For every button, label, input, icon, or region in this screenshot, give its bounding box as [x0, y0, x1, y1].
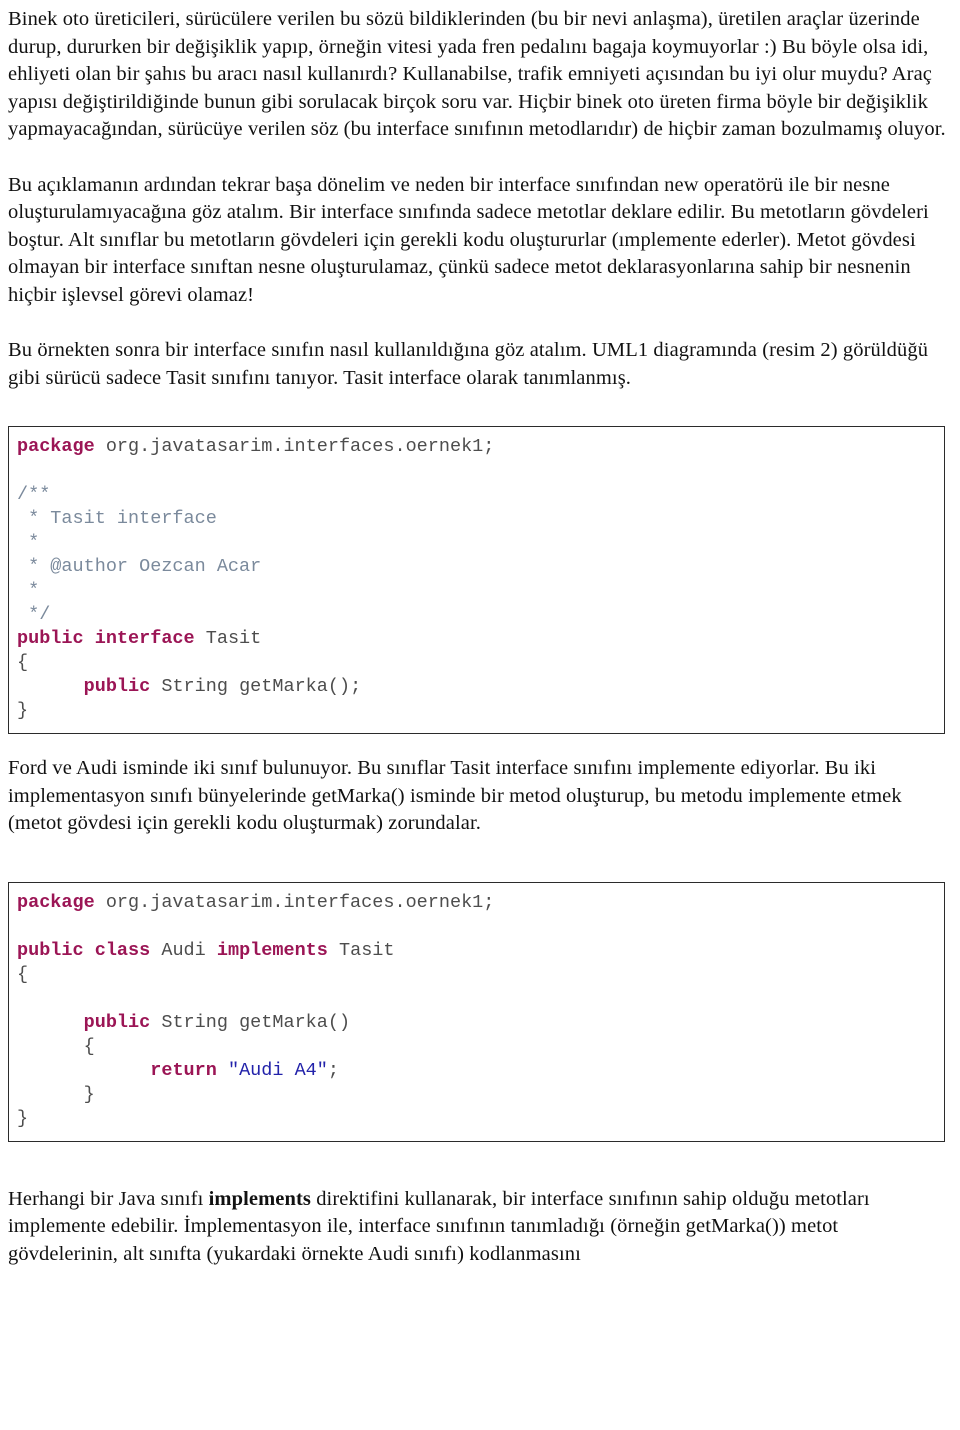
document-page: Binek oto üreticileri, sürücülere verile… [0, 0, 960, 1268]
code-token: public class [17, 939, 151, 961]
code-token: return [150, 1059, 217, 1081]
code-token: "Audi A4" [227, 1059, 328, 1081]
code-token: Audi [150, 939, 217, 961]
code-token: package [17, 891, 95, 913]
code-token: org.javatasarim.interfaces.oernek1; [94, 891, 495, 913]
code-block-tasit-interface: package org.javatasarim.interfaces.oerne… [8, 426, 945, 734]
code-token: public [83, 1011, 151, 1033]
code-token: package [17, 436, 95, 457]
paragraph-2: Bu açıklamanın ardından tekrar başa döne… [8, 173, 929, 306]
code-token: } [17, 700, 29, 721]
paragraph-1: Binek oto üreticileri, sürücülere verile… [8, 8, 946, 140]
code-content: package org.javatasarim.interfaces.oerne… [9, 435, 944, 723]
code-token: * [17, 532, 40, 553]
code-token: public interface [17, 628, 195, 649]
code-token: /** [17, 484, 51, 505]
code-token: implements [216, 939, 328, 961]
code-token: ; [327, 1059, 339, 1081]
code-content: package org.javatasarim.interfaces.oerne… [9, 891, 944, 1131]
paragraph-3: Bu örnekten sonra bir interface sınıfın … [8, 339, 929, 389]
code-token: } [17, 1107, 29, 1129]
paragraph-5: Herhangi bir Java sınıfı implements dire… [8, 1186, 952, 1269]
code-token: String getMarka(); [150, 676, 362, 697]
code-token: */ [17, 604, 51, 625]
paragraph-4: Ford ve Audi isminde iki sınıf bulunuyor… [8, 757, 902, 834]
code-token: * Tasit interface [17, 508, 217, 529]
code-block-audi-class: package org.javatasarim.interfaces.oerne… [8, 881, 945, 1142]
code-token: org.javatasarim.interfaces.oernek1; [94, 436, 495, 457]
code-token: public [83, 676, 151, 697]
code-token: } [17, 1083, 95, 1105]
code-token: String getMarka() [150, 1011, 351, 1033]
paragraph-5-emphasis: implements [208, 1187, 311, 1210]
code-token: { [17, 652, 29, 673]
code-token: * [17, 580, 40, 601]
paragraph-5-text-before: Herhangi bir Java sınıfı [8, 1187, 209, 1210]
code-token: { [17, 963, 29, 985]
code-token: Tasit [327, 939, 395, 961]
code-token: { [17, 1035, 95, 1057]
code-token: Tasit [194, 628, 262, 649]
code-token: * @author Oezcan Acar [17, 556, 262, 577]
